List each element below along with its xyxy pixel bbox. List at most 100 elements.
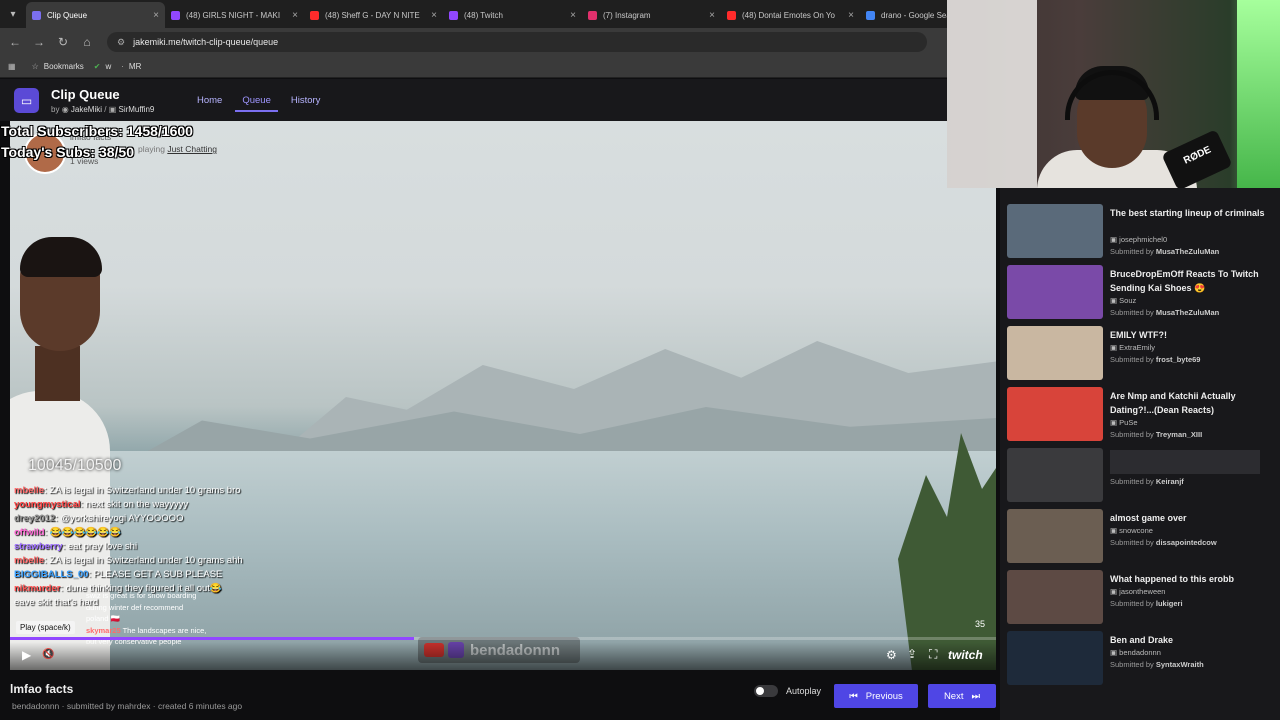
submitted-label: Submitted by [1110,308,1154,317]
mute-icon[interactable]: 🔇 [42,649,54,660]
queue-title: Ben and Drake [1110,635,1174,645]
browser-tab[interactable]: (48) Twitch × [443,2,582,28]
play-tooltip: Play (space/k) [16,621,75,634]
browser-tab[interactable]: (7) Instagram × [582,2,721,28]
total-subs: Total Subscribers: 1458/1600 [1,123,193,139]
reload-icon[interactable]: ↻ [51,35,75,49]
bookmark-all[interactable]: ☆ Bookmarks [32,62,84,71]
previous-button[interactable]: ⏮ Previous [834,684,918,708]
chat-text: poland 🇵🇱 [86,614,120,623]
autoplay-toggle[interactable]: Autoplay [754,685,821,697]
chat-text: : ZA is legal in Switzerland under 10 gr… [44,485,241,496]
queue-item[interactable]: ▣ Submitted by Keiranjf [1007,448,1277,504]
clip-counter: 35 [975,619,986,629]
apps-icon[interactable]: ▦ [8,62,16,71]
queue-thumbnail[interactable] [1007,387,1103,441]
tab-title: (48) GIRLS NIGHT - MAKI [186,10,281,20]
close-icon[interactable]: × [292,10,298,21]
bookmark-icon: · [121,62,124,71]
next-button[interactable]: Next ⏭ [928,684,996,708]
by-label: by [51,105,60,114]
app-title: Clip Queue [51,87,120,102]
forward-icon[interactable]: → [27,35,51,49]
broadcaster-icon: ▣ [1110,296,1120,305]
tv-logo-icon[interactable]: ▭ [14,88,39,113]
chat-username: strawberry [14,541,63,552]
queue-item[interactable]: BruceDropEmOff Reacts To Twitch Sending … [1007,265,1277,321]
play-icon[interactable]: ▶ [22,648,31,662]
queue-thumbnail[interactable] [1007,448,1103,502]
tab-title: (7) Instagram [603,10,651,20]
chat-username: BIGGIBALLS_00 [14,569,89,580]
queue-channel-name: PuSe [1119,418,1138,427]
submitter-name: Treyman_XIII [1155,430,1203,439]
queue-title: BruceDropEmOff Reacts To Twitch Sending … [1110,269,1259,293]
bookmark-label: w [105,62,112,71]
browser-tab[interactable]: (48) Sheff G - DAY N NITE × [304,2,443,28]
home-icon[interactable]: ⌂ [75,35,99,49]
submitted-label: Submitted by [1110,247,1154,256]
url-field[interactable]: ⚙ jakemiki.me/twitch-clip-queue/queue [107,32,927,52]
queue-item[interactable]: Are Nmp and Katchii Actually Dating?!...… [1007,387,1277,443]
back-icon[interactable]: ← [3,35,27,49]
subscriber-overlay: Total Subscribers: 1458/1600 Today's Sub… [1,121,193,163]
app-credits: by ◉ JakeMiki / ▣ SirMuffin9 [51,105,155,114]
browser-tab[interactable]: (48) GIRLS NIGHT - MAKI × [165,2,304,28]
submitter-name: lukigeri [1155,599,1183,608]
broadcaster-icon: ▣ [1110,587,1120,596]
author-link[interactable]: JakeMiki [71,105,102,114]
tab-favicon [32,10,41,20]
chat-message: mbelle: ZA is legal in Switzerland under… [14,484,334,498]
queue-thumbnail[interactable] [1007,265,1103,319]
queue-channel: ▣ josephmichel0 [1110,235,1167,244]
queue-thumbnail[interactable] [1007,326,1103,380]
queue-thumbnail[interactable] [1007,509,1103,563]
queue-item[interactable]: What happened to this erobb ▣ jasonthewee… [1007,570,1277,626]
twitch-logo[interactable]: twitch [948,648,983,662]
chat-text: : PLEASE GET A SUB PLEASE [88,569,223,580]
next-icon: ⏭ [971,690,981,702]
chat-text: : ZA is legal in Switzerland under 10 gr… [44,555,243,566]
fullscreen-icon[interactable]: ⛶ [929,647,937,662]
bookmark-w[interactable]: ✔ w [94,62,111,71]
goal-counter: 10045/10500 [28,457,122,474]
settings-icon[interactable]: ⚙ [886,648,897,662]
queue-item[interactable]: EMILY WTF?! ▣ ExtraEmily Submitted by fros… [1007,326,1277,382]
queue-thumbnail[interactable] [1007,631,1103,685]
site-info-icon[interactable]: ⚙ [117,37,125,48]
nav-history[interactable]: History [284,91,328,112]
close-icon[interactable]: × [709,10,715,21]
close-icon[interactable]: × [570,10,576,21]
queue-thumbnail[interactable] [1007,570,1103,624]
queue-item[interactable]: Ben and Drake ▣ bendadonnn Submitted by Sy… [1007,631,1277,687]
nav-home[interactable]: Home [190,91,229,112]
broadcaster-icon: ▣ [1110,235,1120,244]
queue-thumbnail[interactable] [1007,204,1103,258]
check-icon: ✔ [93,62,101,71]
queue-channel: ▣ Souz [1110,296,1136,305]
queue-submitter: Submitted by MusaTheZuluMan [1110,247,1219,256]
close-icon[interactable]: × [153,10,159,21]
progress-fill [10,637,415,640]
tab-search-icon[interactable]: ▾ [0,0,26,28]
browser-tab[interactable]: Clip Queue × [26,2,165,28]
queue-item[interactable]: The best starting lineup of criminals ▣ j… [1007,204,1277,260]
queue-channel-name: ExtraEmily [1119,343,1156,352]
tab-favicon [449,10,458,20]
queue-item[interactable]: almost game over ▣ snowcone Submitted by d… [1007,509,1277,565]
bookmark-mr[interactable]: · MR [121,62,141,71]
chat-username: youngmystical [14,499,81,510]
broadcaster-icon: ▣ [1110,526,1120,535]
autoplay-switch[interactable] [754,685,778,697]
nav-queue[interactable]: Queue [235,91,278,112]
author-link[interactable]: SirMuffin9 [118,105,154,114]
progress-bar[interactable] [10,637,996,640]
broadcaster-icon: ▣ [1110,648,1120,657]
close-icon[interactable]: × [431,10,437,21]
share-icon[interactable]: ⇪ [907,647,917,661]
previous-icon: ⏮ [849,690,858,702]
browser-tab[interactable]: (48) Dontai Emotes On Yo × [721,2,860,28]
submitted-label: Submitted by [1110,355,1154,364]
close-icon[interactable]: × [848,10,854,21]
chat-text: : 😂😂😂😂😂😂 [44,527,121,538]
